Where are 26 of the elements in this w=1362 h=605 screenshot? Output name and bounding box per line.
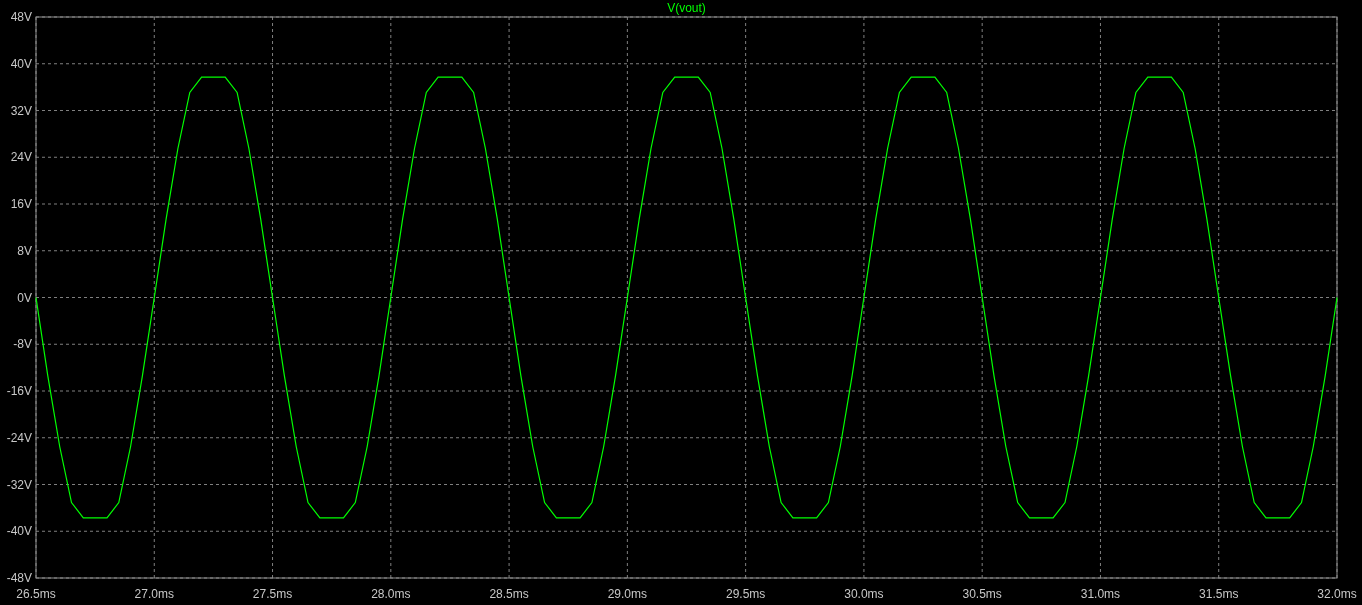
y-tick-label: 0V	[17, 290, 32, 305]
y-tick-label: -24V	[6, 430, 32, 445]
y-tick-label: -48V	[6, 571, 32, 585]
y-tick-label: -32V	[6, 477, 32, 492]
y-tick-label: 24V	[10, 150, 32, 165]
x-tick-label: 27.5ms	[252, 587, 293, 601]
y-tick-label: 8V	[17, 243, 32, 258]
x-tick-label: 29.0ms	[607, 587, 648, 601]
trace-label: V(vout)	[667, 1, 706, 15]
y-tick-label: 40V	[10, 56, 32, 71]
x-tick-label: 28.5ms	[489, 587, 529, 601]
x-tick-label: 32.0ms	[1317, 587, 1357, 601]
y-tick-label: -16V	[6, 384, 32, 398]
y-tick-label: 32V	[10, 103, 32, 118]
x-tick-label: 26.5ms	[16, 587, 56, 601]
y-tick-label: -8V	[13, 337, 32, 352]
x-tick-label: 28.0ms	[371, 587, 411, 601]
y-tick-label: -40V	[6, 524, 32, 539]
x-tick-label: 29.5ms	[725, 587, 766, 601]
x-tick-label: 31.5ms	[1199, 587, 1239, 601]
x-tick-label: 27.0ms	[134, 587, 174, 601]
x-tick-label: 30.0ms	[844, 587, 884, 601]
y-tick-label: 48V	[10, 10, 32, 24]
x-tick-label: 31.0ms	[1080, 587, 1121, 601]
x-tick-label: 30.5ms	[962, 587, 1002, 601]
y-tick-label: 16V	[10, 197, 32, 211]
